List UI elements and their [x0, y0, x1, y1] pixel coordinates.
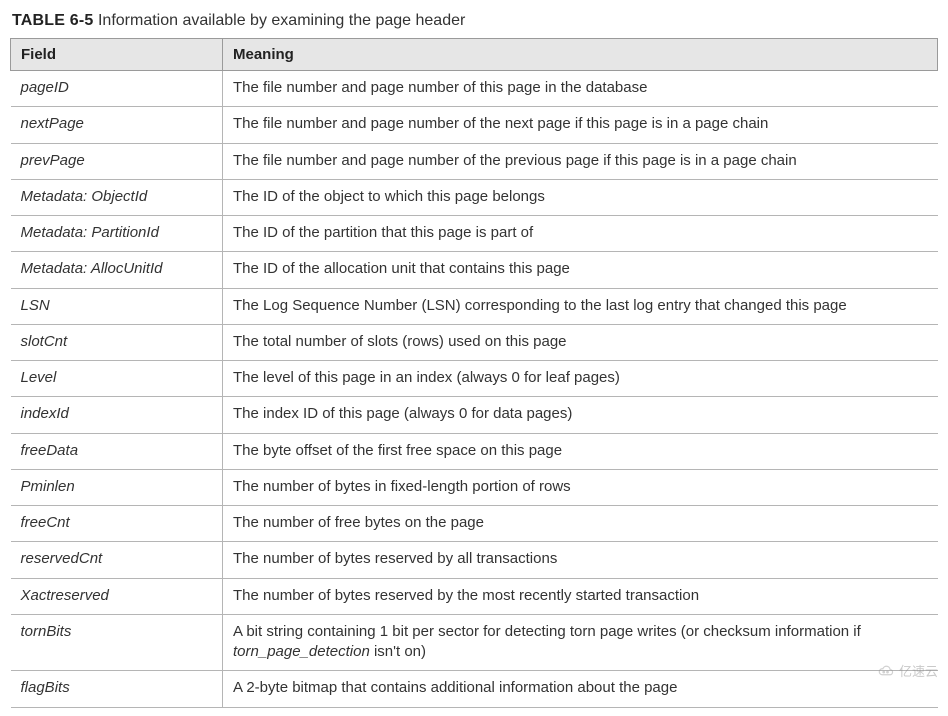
- cell-field: freeData: [11, 433, 223, 469]
- cell-field: freeCnt: [11, 506, 223, 542]
- cell-meaning: The index ID of this page (always 0 for …: [223, 397, 938, 433]
- table-row: Metadata: AllocUnitId The ID of the allo…: [11, 252, 938, 288]
- cell-meaning: A bit string containing 1 bit per sector…: [223, 614, 938, 671]
- cell-meaning: The total number of slots (rows) used on…: [223, 324, 938, 360]
- cell-meaning: The ID of the partition that this page i…: [223, 216, 938, 252]
- cell-meaning: The ID of the object to which this page …: [223, 179, 938, 215]
- table-caption: TABLE 6-5 Information available by exami…: [12, 12, 938, 30]
- table-row: prevPage The file number and page number…: [11, 143, 938, 179]
- cell-meaning: The number of bytes in fixed-length port…: [223, 469, 938, 505]
- table-row: Level The level of this page in an index…: [11, 361, 938, 397]
- cell-meaning: The ID of the allocation unit that conta…: [223, 252, 938, 288]
- table-caption-label: TABLE 6-5: [12, 12, 94, 29]
- table-row: freeData The byte offset of the first fr…: [11, 433, 938, 469]
- table-row: Metadata: ObjectId The ID of the object …: [11, 179, 938, 215]
- cell-meaning: The file number and page number of this …: [223, 71, 938, 107]
- cell-field: prevPage: [11, 143, 223, 179]
- cell-meaning: The number of free bytes on the page: [223, 506, 938, 542]
- cell-field: indexId: [11, 397, 223, 433]
- cell-field: tornBits: [11, 614, 223, 671]
- page-header-fields-table: Field Meaning pageID The file number and…: [10, 38, 938, 708]
- cell-field: Metadata: PartitionId: [11, 216, 223, 252]
- table-row: pageID The file number and page number o…: [11, 71, 938, 107]
- table-row: flagBits A 2-byte bitmap that contains a…: [11, 671, 938, 707]
- cell-field: Metadata: ObjectId: [11, 179, 223, 215]
- table-row: slotCnt The total number of slots (rows)…: [11, 324, 938, 360]
- cell-field: Level: [11, 361, 223, 397]
- table-caption-text: Information available by examining the p…: [98, 12, 465, 29]
- cell-field: pageID: [11, 71, 223, 107]
- cell-field: LSN: [11, 288, 223, 324]
- cell-meaning: A 2-byte bitmap that contains additional…: [223, 671, 938, 707]
- table-header-field: Field: [11, 39, 223, 71]
- table-row: Pminlen The number of bytes in fixed-len…: [11, 469, 938, 505]
- cell-field: Metadata: AllocUnitId: [11, 252, 223, 288]
- cell-meaning: The Log Sequence Number (LSN) correspond…: [223, 288, 938, 324]
- table-row: reservedCnt The number of bytes reserved…: [11, 542, 938, 578]
- table-row: indexId The index ID of this page (alway…: [11, 397, 938, 433]
- cell-meaning: The byte offset of the first free space …: [223, 433, 938, 469]
- cell-meaning: The number of bytes reserved by all tran…: [223, 542, 938, 578]
- cell-field: flagBits: [11, 671, 223, 707]
- table-header-row: Field Meaning: [11, 39, 938, 71]
- table-row: freeCnt The number of free bytes on the …: [11, 506, 938, 542]
- cell-meaning: The level of this page in an index (alwa…: [223, 361, 938, 397]
- meaning-italic: torn_page_detection: [233, 643, 370, 660]
- cell-field: nextPage: [11, 107, 223, 143]
- cell-meaning: The number of bytes reserved by the most…: [223, 578, 938, 614]
- cell-field: slotCnt: [11, 324, 223, 360]
- cell-meaning: The file number and page number of the n…: [223, 107, 938, 143]
- table-row: nextPage The file number and page number…: [11, 107, 938, 143]
- meaning-post: isn't on): [370, 643, 426, 660]
- table-row: Metadata: PartitionId The ID of the part…: [11, 216, 938, 252]
- table-header-meaning: Meaning: [223, 39, 938, 71]
- table-row: tornBits A bit string containing 1 bit p…: [11, 614, 938, 671]
- cell-field: Xactreserved: [11, 578, 223, 614]
- table-row: LSN The Log Sequence Number (LSN) corres…: [11, 288, 938, 324]
- table-row: Xactreserved The number of bytes reserve…: [11, 578, 938, 614]
- cell-meaning: The file number and page number of the p…: [223, 143, 938, 179]
- cell-field: reservedCnt: [11, 542, 223, 578]
- meaning-pre: A bit string containing 1 bit per sector…: [233, 623, 861, 640]
- cell-field: Pminlen: [11, 469, 223, 505]
